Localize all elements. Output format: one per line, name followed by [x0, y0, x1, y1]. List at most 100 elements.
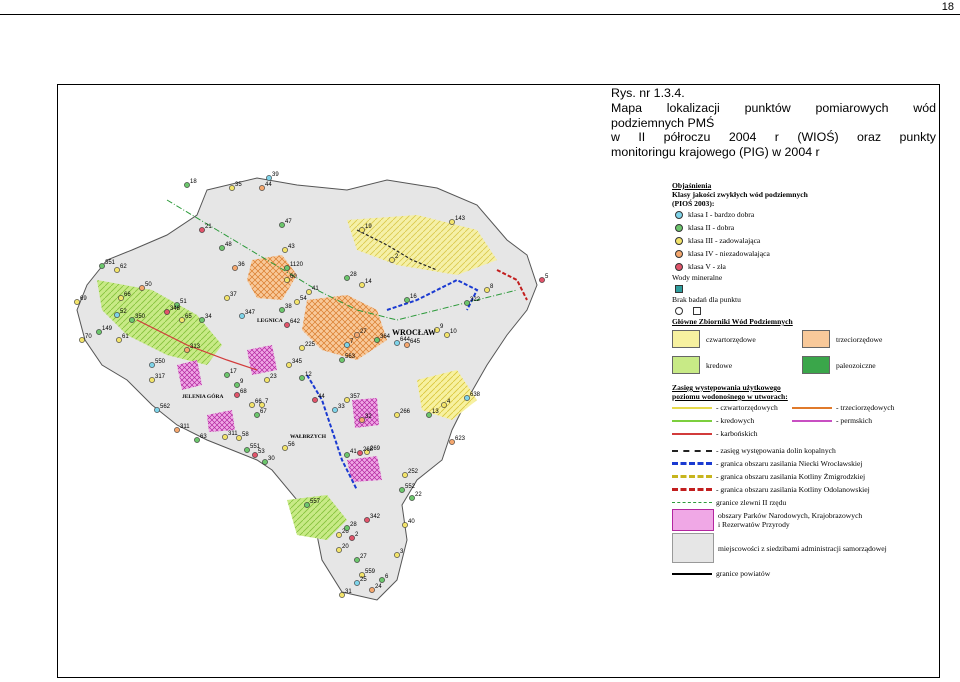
monitoring-point: [184, 347, 190, 353]
monitoring-point: [249, 402, 255, 408]
range-cretaceous-line: [672, 419, 712, 422]
monitoring-point: [284, 322, 290, 328]
class-1-icon: [675, 210, 683, 219]
monitoring-point: [374, 337, 380, 343]
monitoring-point-label: 36: [238, 262, 245, 268]
monitoring-point: [464, 395, 470, 401]
gzwp-tertiary-swatch: [802, 330, 830, 348]
monitoring-point-label: 266: [400, 409, 411, 415]
monitoring-point-label: 21: [205, 224, 212, 230]
monitoring-point: [199, 227, 205, 233]
monitoring-point: [282, 445, 288, 451]
monitoring-point: [332, 407, 338, 413]
monitoring-point: [349, 535, 355, 541]
monitoring-point-label: 54: [300, 296, 307, 302]
monitoring-point-label: 364: [380, 334, 391, 340]
powiat-label: granice powiatów: [716, 569, 771, 578]
monitoring-point: [344, 275, 350, 281]
monitoring-point: [399, 487, 405, 493]
monitoring-point: [149, 362, 155, 368]
monitoring-point: [344, 525, 350, 531]
monitoring-point: [174, 427, 180, 433]
monitoring-point-label: 252: [408, 469, 419, 475]
monitoring-point: [114, 267, 120, 273]
monitoring-point-label: 14: [365, 279, 372, 285]
monitoring-point-label: 67: [260, 409, 267, 415]
monitoring-point: [244, 447, 250, 453]
monitoring-point: [394, 552, 400, 558]
monitoring-point-label: 51: [180, 299, 187, 305]
monitoring-point-label: 70: [85, 334, 92, 340]
caption-line-3: podziemnych PMŚ: [611, 115, 715, 130]
monitoring-point-label: 357: [350, 394, 361, 400]
monitoring-point: [364, 517, 370, 523]
monitoring-point-label: 623: [455, 436, 466, 442]
monitoring-point-label: 41: [312, 286, 319, 292]
range-tertiary-label: - trzeciorzędowych: [836, 403, 895, 412]
range-permian-label: - permskich: [836, 416, 873, 425]
monitoring-point-label: 41: [350, 449, 357, 455]
gzwp-paleozoic-label: paleozoiczne: [836, 360, 876, 370]
monitoring-point-label: 645: [410, 339, 421, 345]
monitoring-point-label: 10: [450, 329, 457, 335]
monitoring-point-label: 62: [120, 264, 127, 270]
monitoring-point-label: 24: [375, 584, 382, 590]
zmigrodzka-line: [672, 475, 712, 478]
city-label: WAŁBRZYCH: [290, 434, 327, 440]
monitoring-point: [114, 312, 120, 318]
monitoring-point-label: 48: [225, 242, 232, 248]
monitoring-point: [354, 332, 360, 338]
monitoring-point: [284, 277, 290, 283]
monitoring-point: [304, 502, 310, 508]
monitoring-point: [359, 417, 365, 423]
map-legend: Objaśnienia Klasy jakości zwykłych wód p…: [672, 181, 934, 580]
monitoring-point-label: 22: [415, 492, 422, 498]
monitoring-point: [312, 397, 318, 403]
monitoring-point: [282, 247, 288, 253]
monitoring-point-label: 37: [230, 292, 237, 298]
legend-gzwp-title: Główne Zbiorniki Wód Podziemnych: [672, 317, 793, 326]
monitoring-point-label: 68: [240, 389, 247, 395]
monitoring-point-label: 44: [318, 394, 325, 400]
page-number: 18: [941, 1, 954, 13]
monitoring-point: [339, 592, 345, 598]
city-label: LEGNICA: [257, 318, 283, 324]
monitoring-point-label: 40: [408, 519, 415, 525]
monitoring-point: [199, 317, 205, 323]
monitoring-point: [394, 340, 400, 346]
caption-line-1: Rys. nr 1.3.4.: [611, 86, 685, 100]
monitoring-point: [239, 313, 245, 319]
monitoring-point-label: 69: [80, 296, 87, 302]
monitoring-point-label: 225: [305, 342, 316, 348]
monitoring-point: [299, 345, 305, 351]
monitoring-point: [222, 434, 228, 440]
monitoring-point: [234, 382, 240, 388]
legend-class-2: klasa II - dobra: [672, 221, 934, 234]
monitoring-point-label: 638: [470, 392, 481, 398]
monitoring-point-label: 311: [228, 431, 238, 437]
class-4-icon: [675, 249, 683, 258]
monitoring-point-label: 550: [155, 359, 166, 365]
monitoring-point: [184, 182, 190, 188]
nature-reserve-3: [352, 398, 379, 428]
monitoring-point: [99, 263, 105, 269]
catchment-line: [672, 502, 712, 503]
legend-range-title-2: poziomu wodonośnego w utworach:: [672, 392, 788, 401]
monitoring-point-label: 35: [235, 182, 242, 188]
legend-range-grid: - czwartorzędowych - trzeciorzędowych - …: [672, 401, 934, 440]
monitoring-point-label: 43: [288, 244, 295, 250]
monitoring-point-label: 39: [272, 172, 279, 178]
monitoring-point-label: 19: [365, 224, 372, 230]
class-5-label: klasa V - zła: [688, 262, 726, 271]
monitoring-point-label: 65: [185, 314, 192, 320]
monitoring-point: [259, 185, 265, 191]
nature-reserve-2: [247, 345, 277, 375]
monitoring-point: [339, 357, 345, 363]
monitoring-point-label: 60: [290, 274, 297, 280]
monitoring-point: [229, 185, 235, 191]
monitoring-point: [96, 329, 102, 335]
legend-classes-subtitle: (PIOŚ 2003):: [672, 199, 715, 208]
monitoring-point: [336, 547, 342, 553]
monitoring-point: [394, 412, 400, 418]
niecka-line: [672, 462, 712, 465]
